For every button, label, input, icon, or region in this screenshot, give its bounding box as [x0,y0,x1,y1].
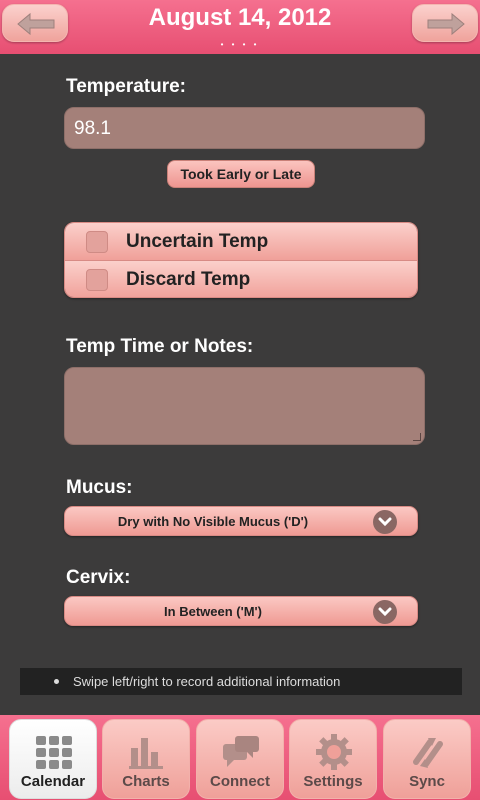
gear-icon [316,734,352,770]
tab-calendar-label: Calendar [20,773,86,790]
tab-sync[interactable]: Sync [383,719,471,799]
calendar-grid-icon [36,736,72,769]
date-title: August 14, 2012 [148,4,332,31]
chevron-down-icon [373,600,397,624]
discard-temp-checkbox[interactable] [86,269,108,291]
bar-chart-icon [129,738,163,769]
swipe-hint: Swipe left/right to record additional in… [20,668,462,695]
discard-temp-option[interactable]: Discard Temp [65,261,417,297]
tab-connect[interactable]: Connect [196,719,284,799]
tab-calendar[interactable]: Calendar [9,719,97,799]
header-bar: August 14, 2012 • • • • [0,0,480,54]
mucus-label: Mucus: [66,477,133,498]
temp-options-group: Uncertain Temp Discard Temp [64,222,418,298]
uncertain-temp-option[interactable]: Uncertain Temp [65,223,417,261]
bullet-icon [54,679,59,684]
cervix-label: Cervix: [66,567,131,588]
tab-settings[interactable]: Settings [289,719,377,799]
next-day-button[interactable] [412,4,478,42]
uncertain-temp-label: Uncertain Temp [126,231,269,252]
cervix-selected-value: In Between ('M') [164,604,262,619]
discard-temp-label: Discard Temp [126,269,251,290]
sync-arrows-icon [413,738,443,768]
swipe-hint-text: Swipe left/right to record additional in… [73,674,341,689]
page-indicator: • • • • [220,40,260,49]
temperature-label: Temperature: [66,76,187,97]
tab-settings-label: Settings [303,773,363,790]
tab-bar: Calendar Charts Connect Settings Sync [0,715,480,800]
mucus-select[interactable]: Dry with No Visible Mucus ('D') [64,506,418,536]
tab-sync-label: Sync [409,773,445,790]
mucus-selected-value: Dry with No Visible Mucus ('D') [117,514,309,529]
right-arrow-icon [427,12,465,36]
chat-bubbles-icon [223,736,259,767]
notes-textarea[interactable] [64,367,425,445]
uncertain-temp-checkbox[interactable] [86,231,108,253]
temperature-input[interactable]: 98.1 [64,107,425,149]
tab-connect-label: Connect [210,773,270,790]
resize-grip-icon[interactable] [413,433,421,441]
cervix-select[interactable]: In Between ('M') [64,596,418,626]
tab-charts-label: Charts [122,773,170,790]
chevron-down-icon [373,510,397,534]
took-early-or-late-button[interactable]: Took Early or Late [167,160,315,188]
tab-charts[interactable]: Charts [102,719,190,799]
notes-label: Temp Time or Notes: [66,336,254,357]
